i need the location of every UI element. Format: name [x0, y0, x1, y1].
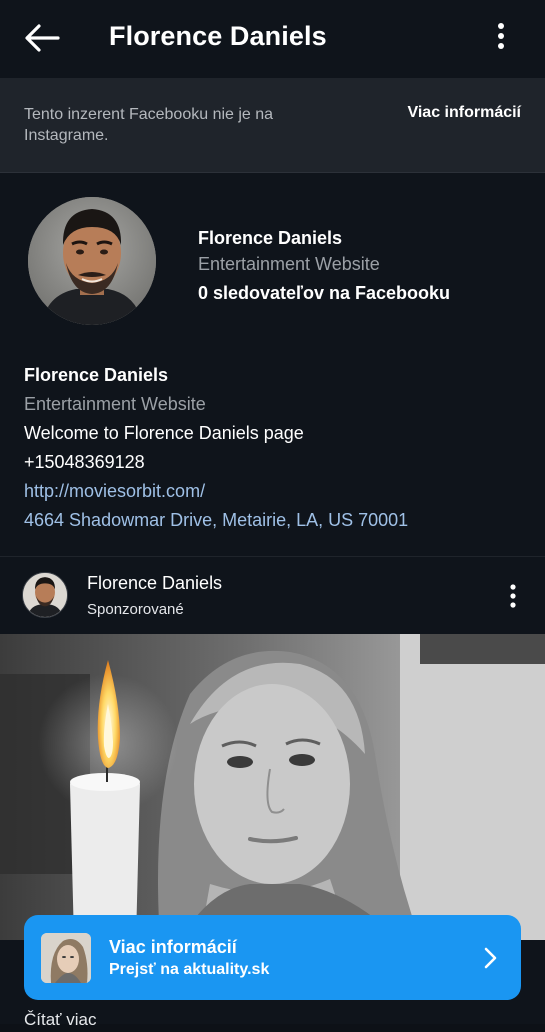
man-portrait-thumbnail: [23, 573, 67, 617]
woman-portrait-thumbnail: [41, 933, 91, 983]
more-options-button[interactable]: [489, 20, 513, 54]
bio-address-link[interactable]: 4664 Shadowmar Drive, Metairie, LA, US 7…: [24, 506, 408, 535]
page-bio: Florence Daniels Entertainment Website W…: [24, 361, 408, 535]
cta-thumbnail: [41, 933, 91, 983]
cta-title: Viac informácií: [109, 937, 237, 957]
post-header: Florence Daniels Sponzorované: [0, 558, 545, 634]
bio-website-link[interactable]: http://moviesorbit.com/: [24, 477, 408, 506]
more-vertical-icon: [510, 584, 516, 608]
arrow-left-icon: [25, 24, 60, 52]
post-author-avatar[interactable]: [22, 572, 68, 618]
more-vertical-icon: [498, 23, 504, 49]
profile-avatar: [28, 197, 156, 325]
post-author-name[interactable]: Florence Daniels: [87, 571, 222, 595]
man-portrait-image: [28, 197, 156, 325]
followers-count: 0 sledovateľov na Facebooku: [198, 283, 451, 303]
bio-phone[interactable]: +15048369128: [24, 448, 408, 477]
bio-description: Welcome to Florence Daniels page: [24, 423, 304, 443]
more-info-link[interactable]: Viac informácií: [407, 104, 521, 122]
read-more-link[interactable]: Čítať viac: [24, 1008, 97, 1032]
profile-name: Florence Daniels: [198, 228, 343, 248]
post-more-options-button[interactable]: [503, 582, 523, 612]
cta-subtitle: Prejsť na aktuality.sk: [109, 961, 270, 978]
advertiser-notice-banner: Tento inzerent Facebooku nie je na Insta…: [0, 78, 545, 173]
back-button[interactable]: [20, 18, 64, 58]
top-app-bar: Florence Daniels: [0, 0, 545, 76]
profile-category: Entertainment Website: [198, 254, 380, 274]
cta-learn-more-button[interactable]: Viac informácií Prejsť na aktuality.sk: [24, 915, 521, 1000]
woman-with-candle-photo: [0, 634, 545, 940]
profile-summary: Florence Daniels Entertainment Website 0…: [198, 226, 450, 308]
section-divider: [0, 556, 545, 557]
sponsored-label: Sponzorované: [87, 601, 184, 618]
notice-text: Tento inzerent Facebooku nie je na Insta…: [24, 106, 274, 144]
bio-category: Entertainment Website: [24, 394, 206, 414]
post-image[interactable]: [0, 634, 545, 940]
chevron-right-icon: [480, 945, 500, 971]
page-title: Florence Daniels: [109, 21, 327, 51]
bio-name: Florence Daniels: [24, 365, 169, 385]
